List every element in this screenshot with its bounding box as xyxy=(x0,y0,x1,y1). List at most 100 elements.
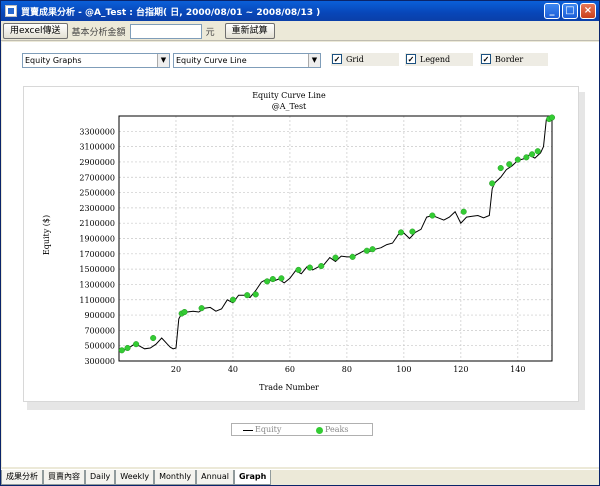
chevron-down-icon[interactable]: ▼ xyxy=(308,54,320,67)
legend-item-peaks: Peaks xyxy=(316,424,348,435)
unit-label: 元 xyxy=(205,27,215,38)
window-controls: _ □ × xyxy=(544,3,596,19)
y-tick-label: 500000 xyxy=(84,342,115,351)
peak-point xyxy=(198,305,205,312)
peak-point xyxy=(548,114,556,121)
border-checkbox-label: Border xyxy=(495,55,524,64)
x-tick-label: 20 xyxy=(171,365,181,374)
recalculate-button[interactable]: 重新試算 xyxy=(224,23,275,39)
line-swatch-icon xyxy=(243,429,253,431)
y-tick-label: 3300000 xyxy=(79,127,115,136)
graph-panel: Equity Graphs ▼ Equity Curve Line ▼ ✓ Gr… xyxy=(2,42,599,467)
y-tick-label: 1300000 xyxy=(79,280,115,289)
y-tick-label: 700000 xyxy=(84,326,115,335)
legend-checkbox[interactable]: ✓ Legend xyxy=(405,53,473,66)
series xyxy=(118,114,556,354)
peak-point xyxy=(523,154,530,161)
peak-point xyxy=(369,246,376,253)
peak-point xyxy=(349,253,356,260)
peak-point xyxy=(278,275,285,282)
x-tick-label: 140 xyxy=(510,365,525,374)
peak-point xyxy=(397,229,405,236)
capital-label: 基本分析金額 xyxy=(71,27,126,38)
y-tick-label: 2700000 xyxy=(79,173,115,182)
peak-point xyxy=(264,278,271,285)
grid-checkbox-label: Grid xyxy=(346,55,364,64)
peak-point xyxy=(295,266,302,273)
peak-point xyxy=(529,151,536,158)
curve-type-value: Equity Curve Line xyxy=(176,56,247,65)
curve-type-select[interactable]: Equity Curve Line ▼ xyxy=(173,53,321,68)
check-icon[interactable]: ✓ xyxy=(332,54,342,64)
peak-point xyxy=(133,341,140,348)
tab-1[interactable]: 買賣內容 xyxy=(43,470,85,485)
legend-peaks-label: Peaks xyxy=(325,425,349,434)
peak-point xyxy=(460,208,467,215)
y-tick-label: 2100000 xyxy=(79,219,115,228)
peak-point xyxy=(118,347,125,354)
close-button[interactable]: × xyxy=(580,3,596,19)
grid-lines xyxy=(119,116,552,361)
y-tick-label: 2500000 xyxy=(79,189,115,198)
y-tick-label: 900000 xyxy=(84,311,115,320)
peak-point xyxy=(534,148,541,155)
y-axis-label: Equity ($) xyxy=(42,215,51,255)
grid-checkbox[interactable]: ✓ Grid xyxy=(331,53,399,66)
check-icon[interactable]: ✓ xyxy=(481,54,491,64)
x-tick-label: 100 xyxy=(396,365,411,374)
peak-point xyxy=(489,180,496,187)
legend-item-equity: Equity xyxy=(243,424,281,435)
x-axis-label: Trade Number xyxy=(259,383,319,392)
peak-point xyxy=(150,334,157,342)
x-tick-label: 40 xyxy=(228,365,238,374)
tab-3[interactable]: Weekly xyxy=(115,470,155,485)
peak-point xyxy=(506,161,513,168)
chart-legend: Equity Peaks xyxy=(231,423,373,436)
y-tick-label: 3100000 xyxy=(79,143,115,152)
title-bar[interactable]: 買賣成果分析 - @A_Test : 台指期( 日, 2000/08/01 ~ … xyxy=(1,1,599,21)
peak-point xyxy=(306,264,313,271)
y-tick-label: 1700000 xyxy=(79,250,115,259)
chart-subtitle: @A_Test xyxy=(272,102,307,111)
peak-point xyxy=(332,254,339,261)
peak-point xyxy=(244,292,251,299)
peak-point xyxy=(229,296,236,303)
tab-bar: 成果分析 買賣內容 Daily Weekly Monthly Annual Graph xyxy=(1,469,599,486)
export-excel-button[interactable]: 用excel傳送 xyxy=(3,23,68,39)
minimize-button[interactable]: _ xyxy=(544,3,560,19)
peak-point xyxy=(409,228,416,235)
axis-ticks: 300000 500000 700000 900000 1100000 1300000 15… xyxy=(79,127,525,374)
x-tick-label: 60 xyxy=(285,365,295,374)
x-tick-label: 120 xyxy=(453,365,468,374)
y-tick-label: 300000 xyxy=(84,357,115,366)
check-icon[interactable]: ✓ xyxy=(406,54,416,64)
chart-title: Equity Curve Line xyxy=(252,91,326,100)
tab-5[interactable]: Annual xyxy=(196,470,234,485)
peak-point xyxy=(318,263,325,270)
tab-4[interactable]: Monthly xyxy=(154,470,197,485)
tab-6[interactable]: Graph xyxy=(233,470,272,485)
peak-point xyxy=(429,212,436,219)
graph-type-value: Equity Graphs xyxy=(25,56,82,65)
border-checkbox[interactable]: ✓ Border xyxy=(480,53,548,66)
maximize-button[interactable]: □ xyxy=(562,3,578,19)
y-tick-label: 1500000 xyxy=(79,265,115,274)
peak-point xyxy=(514,156,521,163)
graph-type-select[interactable]: Equity Graphs ▼ xyxy=(22,53,170,68)
peak-point xyxy=(269,276,276,283)
peak-point xyxy=(124,344,131,352)
tab-0[interactable]: 成果分析 xyxy=(1,470,43,485)
capital-input[interactable] xyxy=(129,23,202,39)
y-tick-label: 1100000 xyxy=(79,296,115,305)
equity-chart: Equity Curve Line @A_Test 300000 500000 70… xyxy=(42,91,556,392)
tab-2[interactable]: Daily xyxy=(85,470,116,485)
chevron-down-icon[interactable]: ▼ xyxy=(157,54,169,67)
y-tick-label: 2900000 xyxy=(79,158,115,167)
peak-point xyxy=(363,247,370,254)
peak-point xyxy=(252,291,259,298)
equity-line xyxy=(121,117,553,352)
y-tick-label: 2300000 xyxy=(79,204,115,213)
y-tick-label: 1900000 xyxy=(79,235,115,244)
peak-point xyxy=(181,308,188,316)
dot-swatch-icon xyxy=(316,426,323,434)
